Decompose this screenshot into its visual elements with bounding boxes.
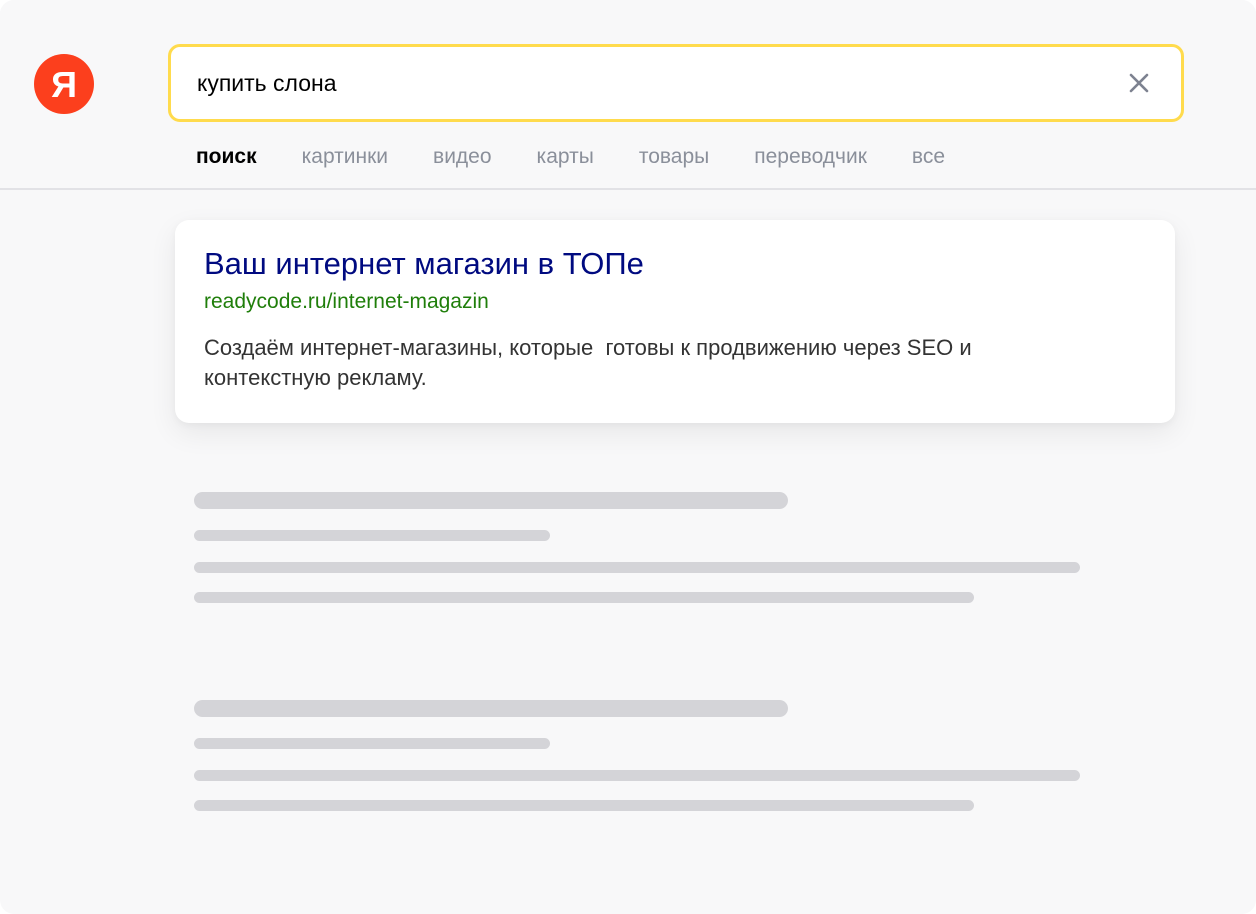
tab-video[interactable]: видео [433,145,492,169]
tab-images[interactable]: картинки [302,145,388,169]
skeleton-url-line [194,530,550,541]
search-input[interactable] [197,65,1097,101]
skeleton-url-line [194,738,550,749]
result-snippet: Создаём интернет-магазины, которые готов… [204,335,972,390]
tab-search[interactable]: поиск [196,145,257,169]
search-tabs: поиск картинки видео карты товары перево… [196,145,990,169]
result-url[interactable]: readycode.ru/internet-magazin [204,289,489,315]
skeleton-text-line [194,800,974,811]
close-icon[interactable] [1127,71,1151,95]
skeleton-text-line [194,770,1080,781]
tab-products[interactable]: товары [639,145,709,169]
browser-window: Я поиск картинки видео карты товары пере… [0,0,1256,914]
tab-translator[interactable]: переводчик [754,145,867,169]
skeleton-title-line [194,700,788,717]
search-box[interactable] [168,44,1184,122]
yandex-logo[interactable]: Я [34,54,94,114]
tab-maps[interactable]: карты [537,145,594,169]
logo-letter: Я [51,64,77,105]
skeleton-text-line [194,592,974,603]
skeleton-text-line [194,562,1080,573]
result-title-link[interactable]: Ваш интернет магазин в ТОПе [204,246,644,282]
skeleton-title-line [194,492,788,509]
tab-all[interactable]: все [912,145,945,169]
search-result-card: Ваш интернет магазин в ТОПе readycode.ru… [175,220,1175,423]
search-header: Я поиск картинки видео карты товары пере… [0,0,1256,190]
